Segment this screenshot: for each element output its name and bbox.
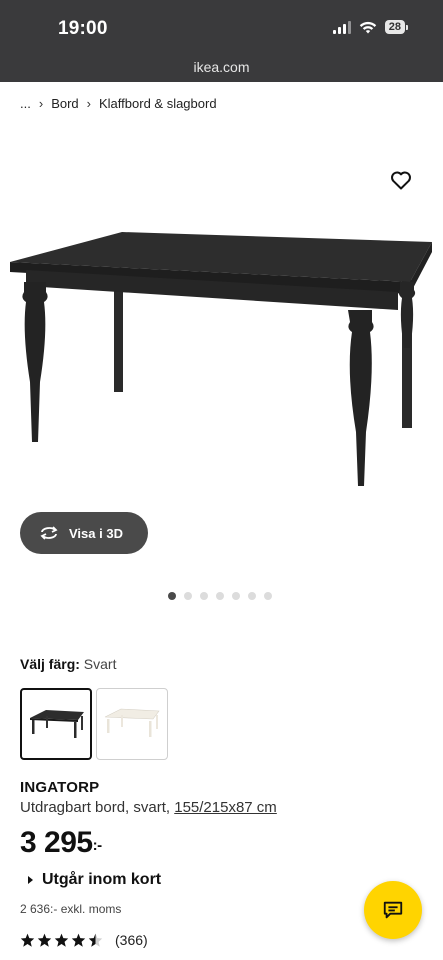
chevron-right-icon: › <box>38 96 44 111</box>
wifi-icon <box>359 21 376 33</box>
product-rating[interactable]: (366) <box>20 932 148 948</box>
view-3d-label: Visa i 3D <box>69 525 123 541</box>
product-description-text: Utdragbart bord, svart, <box>20 799 175 816</box>
chat-button[interactable] <box>364 881 422 939</box>
rotate-3d-icon <box>40 526 58 540</box>
table-leg-front-left <box>22 282 48 442</box>
rating-count: (366) <box>115 932 148 948</box>
chevron-right-icon: › <box>86 96 91 111</box>
star-icon <box>20 933 35 947</box>
carousel-dot[interactable] <box>248 592 256 600</box>
breadcrumb-item-bord[interactable]: Bord <box>51 96 78 111</box>
view-3d-button[interactable]: Visa i 3D <box>20 512 148 554</box>
triangle-right-icon <box>28 876 33 884</box>
carousel-dot[interactable] <box>264 592 272 600</box>
carousel-dot[interactable] <box>216 592 224 600</box>
carousel-dots <box>168 592 272 600</box>
browser-top-bar: 19:00 28 ikea.com <box>0 0 443 82</box>
breadcrumb: ... › Bord › Klaffbord & slagbord <box>20 96 217 111</box>
status-time: 19:00 <box>58 18 108 39</box>
carousel-dot[interactable] <box>184 592 192 600</box>
star-icon <box>37 933 52 947</box>
url-bar[interactable]: ikea.com <box>0 59 443 75</box>
star-half-icon <box>88 933 103 947</box>
table-leg-back-left <box>114 290 123 392</box>
carousel-dot[interactable] <box>232 592 240 600</box>
price-value: 3 295 <box>20 826 93 859</box>
signal-icon <box>332 20 351 34</box>
product-dimensions-link[interactable]: 155/215x87 cm <box>174 799 277 816</box>
product-name: INGATORP <box>20 779 100 796</box>
color-selector-label: Välj färg: Svart <box>20 656 116 672</box>
status-icons: 28 <box>332 20 409 34</box>
stock-status[interactable]: Utgår inom kort <box>28 871 161 889</box>
carousel-dot[interactable] <box>200 592 208 600</box>
price-suffix: :- <box>92 837 103 854</box>
star-icon <box>54 933 69 947</box>
stock-status-text: Utgår inom kort <box>42 871 162 888</box>
breadcrumb-item-klaffbord[interactable]: Klaffbord & slagbord <box>99 96 217 111</box>
product-price: 3 295:- <box>20 826 102 860</box>
chat-icon <box>383 901 403 919</box>
battery-indicator: 28 <box>384 20 409 34</box>
heart-icon[interactable] <box>389 168 413 192</box>
color-swatch-white[interactable] <box>96 688 168 760</box>
star-icon <box>71 933 86 947</box>
carousel-dot[interactable] <box>168 592 176 600</box>
breadcrumb-ellipsis[interactable]: ... <box>20 96 31 111</box>
product-image[interactable] <box>0 210 443 500</box>
table-leg-front-right <box>348 310 374 486</box>
color-swatch-black[interactable] <box>20 688 92 760</box>
color-value: Svart <box>83 656 117 672</box>
price-ex-vat: 2 636:- exkl. moms <box>20 902 122 916</box>
color-label-text: Välj färg: <box>20 656 80 672</box>
product-description: Utdragbart bord, svart, 155/215x87 cm <box>20 799 277 816</box>
